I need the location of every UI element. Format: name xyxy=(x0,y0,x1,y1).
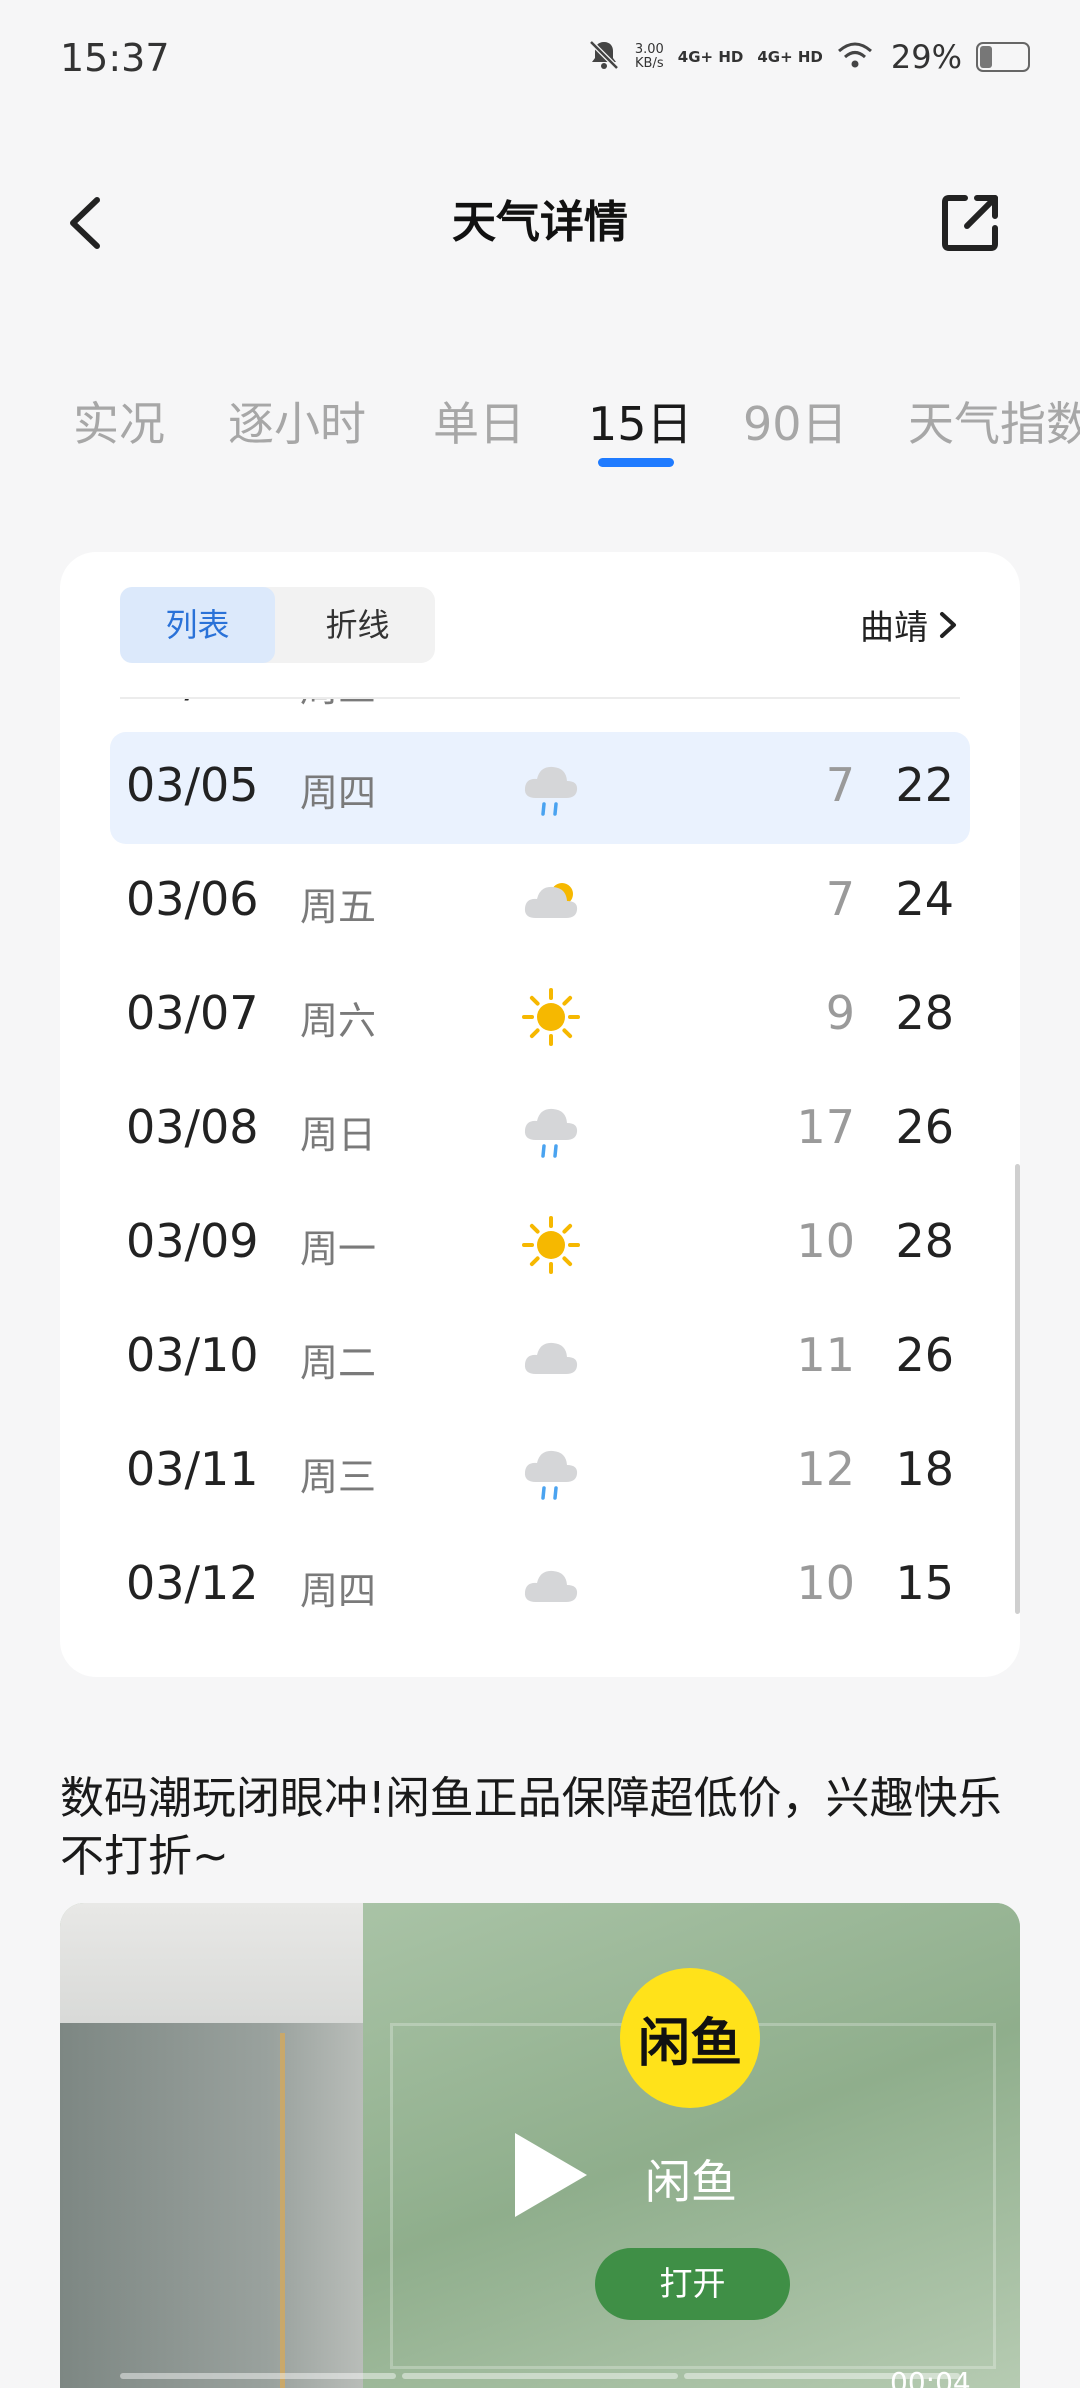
forecast-row[interactable]: 03/11 周三 12 18 xyxy=(110,1416,970,1528)
forecast-row[interactable]: 03/06 周五 7 24 xyxy=(110,846,970,958)
city-selector[interactable]: 曲靖 xyxy=(860,600,960,649)
forecast-row[interactable]: 03/09 周一 10 28 xyxy=(110,1188,970,1300)
row-high-temp: 15 xyxy=(895,1556,954,1610)
mute-icon xyxy=(587,38,621,76)
ad-headline[interactable]: 数码潮玩闭眼冲!闲鱼正品保障超低价，兴趣快乐不打折~ xyxy=(60,1770,1020,1886)
row-low-temp: 10 xyxy=(796,1214,855,1268)
row-date: 03/07 xyxy=(126,986,259,1040)
row-date: 03/04 xyxy=(126,699,259,707)
row-low-temp: 7 xyxy=(825,758,855,812)
row-low-temp: 9 xyxy=(825,986,855,1040)
ad-photo-door xyxy=(60,2023,363,2388)
sim2-signal: 4G+ HD xyxy=(757,48,823,66)
row-high-temp: 26 xyxy=(895,1328,954,1382)
cloudy-icon xyxy=(520,1556,582,1618)
cloudy-icon xyxy=(520,699,582,715)
ad-brand-name: 闲鱼 xyxy=(645,2155,737,2209)
row-weekday: 周三 xyxy=(300,699,376,712)
play-icon xyxy=(515,2133,587,2217)
status-time: 15:37 xyxy=(60,36,170,80)
page-title: 天气详情 xyxy=(452,197,628,248)
chevron-right-icon xyxy=(940,611,956,638)
battery-percent: 29% xyxy=(890,38,962,76)
row-low-temp: 12 xyxy=(796,1442,855,1496)
row-low-temp: 7 xyxy=(825,872,855,926)
row-date: 03/12 xyxy=(126,1556,259,1610)
sunny-icon xyxy=(520,1214,582,1276)
row-weekday: 周三 xyxy=(300,1455,377,1499)
share-button[interactable] xyxy=(935,188,1005,258)
tab-15day[interactable]: 15日 xyxy=(588,388,693,454)
row-weekday: 周二 xyxy=(300,1341,377,1385)
city-label: 曲靖 xyxy=(860,608,928,648)
row-low-temp: 11 xyxy=(796,1328,855,1382)
row-weekday: 周一 xyxy=(300,1227,377,1271)
toggle-list[interactable]: 列表 xyxy=(120,587,275,663)
forecast-row-selected[interactable]: 03/05 周四 7 22 xyxy=(110,732,970,844)
row-date: 03/09 xyxy=(126,1214,259,1268)
cloudy-icon xyxy=(520,1328,582,1390)
row-high-temp: 22 xyxy=(895,699,954,707)
open-app-button[interactable]: 打开 xyxy=(595,2248,790,2320)
row-high-temp: 18 xyxy=(895,1442,954,1496)
forecast-row[interactable]: 03/10 周二 11 26 xyxy=(110,1302,970,1414)
logo-text: 闲鱼 xyxy=(637,2013,742,2074)
row-weekday: 周六 xyxy=(300,999,377,1043)
wifi-icon xyxy=(837,41,873,73)
tab-weather-index[interactable]: 天气指数 xyxy=(908,388,1080,454)
row-high-temp: 24 xyxy=(895,872,954,926)
forecast-row[interactable]: 03/12 周四 10 15 xyxy=(110,1530,970,1642)
ad-photo-trim xyxy=(280,2033,285,2388)
row-high-temp: 28 xyxy=(895,1214,954,1268)
rain-icon xyxy=(520,758,582,820)
row-weekday: 周五 xyxy=(300,885,377,929)
forecast-card: 列表 折线 曲靖 03/04 周三 15 22 03/05 周四 7 22 03… xyxy=(60,552,1020,1677)
row-date: 03/06 xyxy=(126,872,259,926)
tab-bar: 实况 逐小时 单日 15日 90日 天气指数 xyxy=(0,380,1080,490)
row-weekday: 周日 xyxy=(300,1113,377,1157)
row-low-temp: 17 xyxy=(796,1100,855,1154)
list-scrollbar[interactable] xyxy=(1015,1164,1020,1614)
row-high-temp: 26 xyxy=(895,1100,954,1154)
row-high-temp: 28 xyxy=(895,986,954,1040)
row-low-temp: 15 xyxy=(796,699,855,707)
row-weekday: 周四 xyxy=(300,1569,377,1613)
ad-video[interactable]: 闲鱼 闲鱼 打开 00:04 xyxy=(60,1903,1020,2388)
view-toggle: 列表 折线 xyxy=(120,587,435,663)
status-indicators: 3.00 KB/s 4G+ HD 4G+ HD 29% xyxy=(587,38,1030,76)
tab-90day[interactable]: 90日 xyxy=(743,388,848,454)
xianyu-logo: 闲鱼 xyxy=(620,1968,760,2108)
rain-icon xyxy=(520,1442,582,1504)
row-date: 03/10 xyxy=(126,1328,259,1382)
active-tab-indicator xyxy=(598,458,674,467)
sunny-icon xyxy=(520,986,582,1048)
row-date: 03/11 xyxy=(126,1442,259,1496)
row-date: 03/08 xyxy=(126,1100,259,1154)
tab-daily[interactable]: 单日 xyxy=(433,388,525,454)
battery-icon xyxy=(976,42,1030,72)
toggle-line-chart[interactable]: 折线 xyxy=(280,587,435,663)
ad-progress-segments xyxy=(120,2373,960,2379)
tab-hourly[interactable]: 逐小时 xyxy=(228,388,366,454)
row-low-temp: 10 xyxy=(796,1556,855,1610)
ad-timer: 00:04 xyxy=(890,2366,971,2388)
tab-live[interactable]: 实况 xyxy=(73,388,165,454)
row-date: 03/05 xyxy=(126,758,259,812)
forecast-list[interactable]: 03/04 周三 15 22 03/05 周四 7 22 03/06 周五 7 … xyxy=(60,699,1020,1667)
forecast-row[interactable]: 03/08 周日 17 26 xyxy=(110,1074,970,1186)
sim1-signal: 4G+ HD xyxy=(677,48,744,66)
partly-cloudy-icon xyxy=(520,872,582,934)
play-button[interactable] xyxy=(505,2125,595,2225)
share-external-icon xyxy=(942,195,998,251)
row-high-temp: 22 xyxy=(895,758,954,812)
rain-icon xyxy=(520,1100,582,1162)
forecast-row[interactable]: 03/07 周六 9 28 xyxy=(110,960,970,1072)
net-speed: 3.00 KB/s xyxy=(634,42,664,71)
row-weekday: 周四 xyxy=(300,771,377,815)
